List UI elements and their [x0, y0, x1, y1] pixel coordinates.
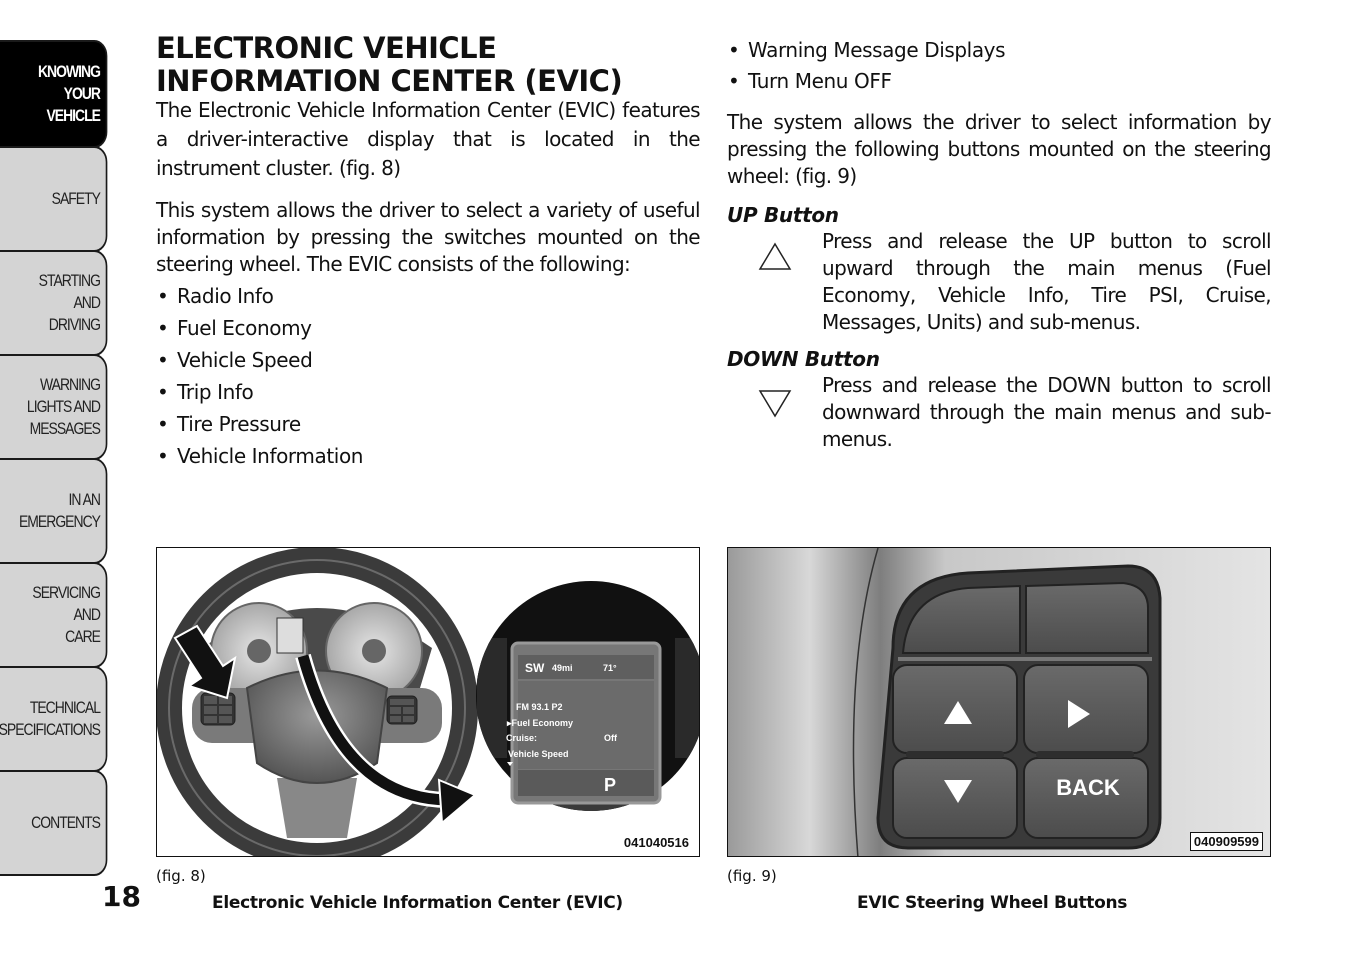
tab-knowing-your-vehicle[interactable]: KNOWING YOUR VEHICLE [0, 40, 108, 148]
list-item: Vehicle Information [156, 440, 700, 472]
figure-8-evic-illustration: SW 49mi 71° FM 93.1 P2 ▸Fuel Economy Cru… [156, 547, 700, 857]
list-item: Fuel Economy [156, 312, 700, 344]
down-button-heading: DOWN Button [727, 347, 880, 371]
figure-9-caption: EVIC Steering Wheel Buttons [857, 893, 1128, 913]
figure-code: 041040516 [620, 834, 692, 851]
switch-cluster-closeup: BACK [728, 548, 1270, 856]
list-item: Vehicle Speed [156, 344, 700, 376]
up-button-text: Press and release the UP button to scrol… [822, 229, 1272, 334]
list-item: Turn Menu OFF [727, 66, 1271, 97]
evic-features-list: Radio Info Fuel Economy Vehicle Speed Tr… [156, 280, 700, 472]
button-ridge [906, 751, 1004, 758]
figure-8-caption: Electronic Vehicle Information Center (E… [212, 893, 623, 913]
down-button-description: Press and release the DOWN button to scr… [727, 372, 1272, 453]
bezel-divider [898, 657, 1152, 661]
figure-9-label: (fig. 9) [727, 867, 777, 885]
up-button-description: Press and release the UP button to scrol… [727, 228, 1272, 336]
list-item: Warning Message Displays [727, 35, 1271, 66]
cruise-label: Cruise: [506, 733, 537, 743]
triangle-up-outline-icon [758, 242, 791, 270]
up-button-heading: UP Button [727, 203, 839, 227]
selected-menu-item: ▸Fuel Economy [506, 718, 573, 728]
tab-contents[interactable]: CONTENTS [0, 770, 108, 876]
gauge-hub [362, 639, 386, 663]
display-footer-bar [518, 770, 654, 796]
buttons-paragraph: The system allows the driver to select i… [727, 110, 1272, 188]
temperature-readout: 71° [603, 663, 617, 673]
evic-features-list-continued: Warning Message Displays Turn Menu OFF [727, 35, 1271, 97]
evic-mini-display [276, 617, 304, 654]
consists-paragraph: This system allows the driver to select … [156, 198, 701, 276]
list-item: Tire Pressure [156, 408, 700, 440]
figure-8-label: (fig. 8) [156, 867, 206, 885]
radio-readout: FM 93.1 P2 [516, 702, 563, 712]
list-item: Trip Info [156, 376, 700, 408]
down-button-text: Press and release the DOWN button to scr… [822, 373, 1272, 451]
figure-9-steering-wheel-buttons: BACK 040909599 [727, 547, 1271, 857]
intro-paragraph: The Electronic Vehicle Information Cente… [156, 98, 701, 180]
section-title: ELECTRONIC VEHICLE INFORMATION CENTER (E… [156, 31, 623, 98]
right-switch-cluster [386, 695, 418, 725]
right-column: Warning Message Displays Turn Menu OFF T… [727, 35, 1272, 453]
curved-arrow-head [437, 778, 477, 826]
page-number: 18 [102, 880, 141, 913]
steering-wheel-illustration: SW 49mi 71° FM 93.1 P2 ▸Fuel Economy Cru… [157, 548, 699, 856]
figure-code: 040909599 [1189, 832, 1263, 851]
tab-warning-lights[interactable]: WARNING LIGHTS AND MESSAGES [0, 354, 108, 460]
tab-technical-specifications[interactable]: TECHNICAL SPECIFICATIONS [0, 666, 108, 772]
top-right-button[interactable] [1025, 581, 1149, 654]
lower-spoke [277, 778, 357, 838]
list-item: Radio Info [156, 280, 700, 312]
range-readout: 49mi [552, 663, 573, 673]
right-arrow-button[interactable] [1023, 664, 1149, 754]
tab-servicing-and-care[interactable]: SERVICING AND CARE [0, 562, 108, 668]
cruise-value: Off [604, 733, 618, 743]
button-ridge [1036, 751, 1134, 758]
gear-indicator: P [604, 775, 616, 795]
compass-readout: SW [525, 661, 545, 675]
gauge-hub [247, 639, 271, 663]
triangle-down-outline-icon [758, 390, 791, 418]
tab-safety[interactable]: SAFETY [0, 146, 108, 252]
tab-in-an-emergency[interactable]: IN AN EMERGENCY [0, 458, 108, 564]
left-column: ELECTRONIC VEHICLE INFORMATION CENTER (E… [156, 31, 701, 473]
back-button-label: BACK [1056, 775, 1120, 800]
left-switch-cluster [200, 692, 236, 726]
tab-starting-and-driving[interactable]: STARTING AND DRIVING [0, 250, 108, 356]
vehicle-speed-item: Vehicle Speed [508, 749, 569, 759]
